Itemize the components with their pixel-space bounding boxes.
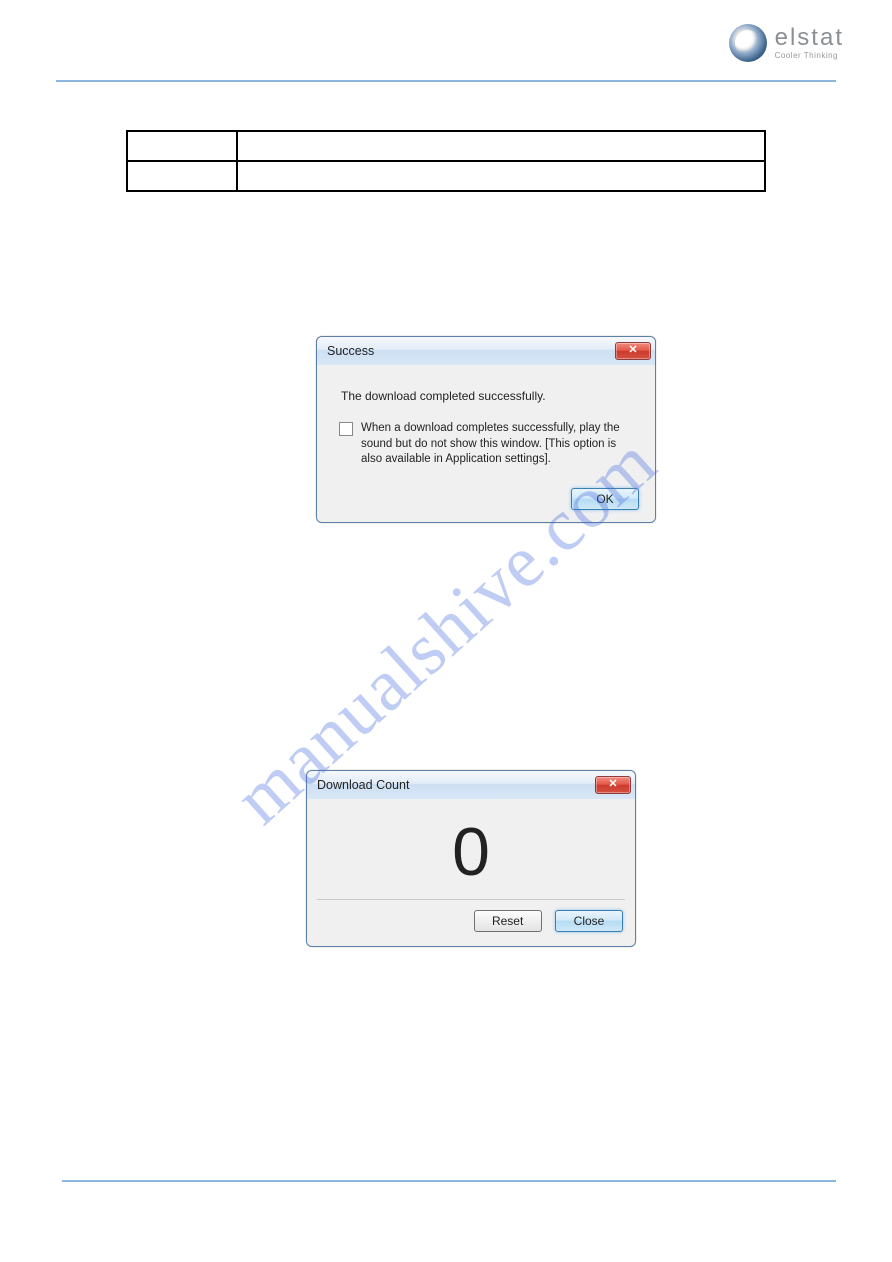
download-count-dialog: Download Count ✕ 0 Reset Close — [306, 770, 636, 947]
table-cell — [237, 131, 765, 161]
logo-name: elstat — [775, 26, 844, 50]
table-row — [127, 161, 765, 191]
suppress-window-checkbox[interactable] — [339, 422, 353, 436]
table-cell — [127, 131, 237, 161]
reset-button[interactable]: Reset — [474, 910, 542, 932]
dialog-title-text: Download Count — [317, 778, 409, 792]
close-button[interactable]: Close — [555, 910, 623, 932]
table-cell — [127, 161, 237, 191]
dialog-title-text: Success — [327, 344, 374, 358]
dialog-titlebar[interactable]: Download Count ✕ — [307, 771, 635, 799]
close-icon[interactable]: ✕ — [615, 342, 651, 360]
header-divider — [56, 80, 836, 82]
dialog-titlebar[interactable]: Success ✕ — [317, 337, 655, 365]
checkbox-label: When a download completes successfully, … — [361, 421, 639, 468]
success-message: The download completed successfully. — [341, 389, 639, 403]
success-dialog: Success ✕ The download completed success… — [316, 336, 656, 523]
table-cell — [237, 161, 765, 191]
ok-button[interactable]: OK — [571, 488, 639, 510]
logo-tagline: Cooler Thinking — [775, 52, 844, 60]
table-row — [127, 131, 765, 161]
logo-icon — [729, 24, 767, 62]
content-table — [126, 130, 766, 192]
footer-divider — [62, 1180, 836, 1182]
download-count-value: 0 — [307, 799, 635, 895]
brand-logo: elstat Cooler Thinking — [729, 24, 844, 62]
close-icon[interactable]: ✕ — [595, 776, 631, 794]
